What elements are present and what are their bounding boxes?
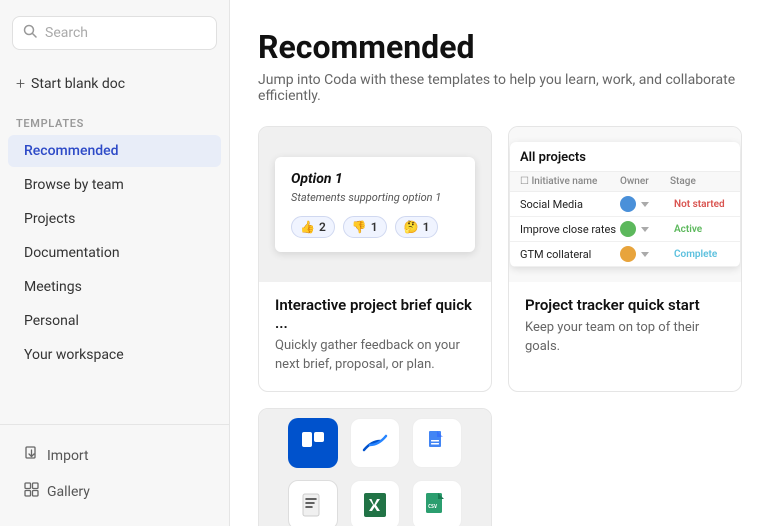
tracker-table: All projects ☐ Initiative name Owner Sta… bbox=[510, 142, 740, 267]
tracker-columns: ☐ Initiative name Owner Stage bbox=[510, 172, 740, 192]
row3-owner bbox=[620, 246, 670, 262]
start-blank-button[interactable]: + Start blank doc bbox=[0, 66, 229, 101]
sidebar-item-projects[interactable]: Projects bbox=[8, 203, 221, 235]
excel-icon bbox=[350, 480, 400, 526]
col-owner: Owner bbox=[620, 176, 670, 187]
integrations-icons: CSV bbox=[272, 409, 478, 526]
tracker-row-2: Improve close rates Active bbox=[510, 217, 740, 242]
sidebar-item-browse-by-team-label: Browse by team bbox=[24, 177, 124, 193]
cards-grid: Option 1 Statements supporting option 1 … bbox=[258, 126, 742, 526]
row2-name: Improve close rates bbox=[520, 223, 620, 236]
plus-icon: + bbox=[16, 74, 25, 93]
start-blank-label: Start blank doc bbox=[31, 76, 125, 92]
sidebar-item-meetings[interactable]: Meetings bbox=[8, 271, 221, 303]
card-desc-brief: Quickly gather feedback on your next bri… bbox=[275, 337, 475, 375]
trello-icon bbox=[288, 418, 338, 468]
row2-avatar bbox=[620, 221, 636, 237]
row1-chevron bbox=[641, 202, 649, 207]
row1-avatar bbox=[620, 196, 636, 212]
page-subtitle: Jump into Coda with these templates to h… bbox=[258, 72, 742, 104]
tracker-row-1: Social Media Not started bbox=[510, 192, 740, 217]
confluence-icon bbox=[350, 418, 400, 468]
sidebar-item-projects-label: Projects bbox=[24, 211, 75, 227]
sidebar-item-your-workspace-label: Your workspace bbox=[24, 347, 124, 363]
row3-avatar bbox=[620, 246, 636, 262]
thinking-count: 1 bbox=[423, 220, 430, 234]
row3-chevron bbox=[641, 252, 649, 257]
row3-stage: Complete bbox=[670, 248, 730, 261]
templates-section-label: TEMPLATES bbox=[0, 109, 229, 134]
card-preview-integrations: CSV bbox=[259, 409, 491, 526]
card-integrations[interactable]: CSV bbox=[258, 408, 492, 526]
sidebar-bottom: Import Gallery bbox=[0, 424, 229, 510]
card-body-tracker: Project tracker quick start Keep your te… bbox=[509, 282, 741, 373]
row1-stage: Not started bbox=[670, 198, 730, 211]
tracker-header: All projects bbox=[510, 142, 740, 172]
sidebar-item-personal-label: Personal bbox=[24, 313, 79, 329]
option1-title: Option 1 bbox=[291, 171, 459, 187]
sidebar-item-meetings-label: Meetings bbox=[24, 279, 82, 295]
page-title: Recommended bbox=[258, 28, 742, 66]
vote-thumbsup: 👍 2 bbox=[291, 216, 335, 238]
sidebar-item-your-workspace[interactable]: Your workspace bbox=[8, 339, 221, 371]
search-bar[interactable]: Search bbox=[12, 16, 217, 50]
search-placeholder: Search bbox=[45, 25, 88, 41]
card-project-tracker[interactable]: All projects ☐ Initiative name Owner Sta… bbox=[508, 126, 742, 392]
thumbsdown-emoji: 👎 bbox=[352, 220, 367, 234]
import-icon bbox=[24, 446, 39, 465]
card-title-brief: Interactive project brief quick ... bbox=[275, 296, 475, 332]
sidebar-item-browse-by-team[interactable]: Browse by team bbox=[8, 169, 221, 201]
import-label: Import bbox=[47, 448, 89, 464]
vote-thumbsdown: 👎 1 bbox=[343, 216, 387, 238]
card-desc-tracker: Keep your team on top of their goals. bbox=[525, 319, 725, 357]
thumbsdown-count: 1 bbox=[371, 220, 378, 234]
vote-row: 👍 2 👎 1 🤔 1 bbox=[291, 216, 459, 238]
tracker-row-3: GTM collateral Complete bbox=[510, 242, 740, 267]
thumbsup-emoji: 👍 bbox=[300, 220, 315, 234]
row2-owner bbox=[620, 221, 670, 237]
import-button[interactable]: Import bbox=[8, 438, 221, 473]
vote-thinking: 🤔 1 bbox=[395, 216, 439, 238]
csv-icon: CSV bbox=[412, 480, 462, 526]
card-interactive-brief[interactable]: Option 1 Statements supporting option 1 … bbox=[258, 126, 492, 392]
gallery-icon bbox=[24, 482, 39, 501]
row3-name: GTM collateral bbox=[520, 248, 620, 261]
sidebar-item-personal[interactable]: Personal bbox=[8, 305, 221, 337]
thumbsup-count: 2 bbox=[319, 220, 326, 234]
sidebar-item-recommended-label: Recommended bbox=[24, 143, 119, 159]
col-stage: Stage bbox=[670, 176, 730, 187]
sidebar: Search + Start blank doc TEMPLATES Recom… bbox=[0, 0, 230, 526]
row1-owner bbox=[620, 196, 670, 212]
card-preview-tracker: All projects ☐ Initiative name Owner Sta… bbox=[509, 127, 741, 282]
card-title-tracker: Project tracker quick start bbox=[525, 296, 725, 314]
row2-stage: Active bbox=[670, 223, 730, 236]
sidebar-item-recommended[interactable]: Recommended bbox=[8, 135, 221, 167]
sidebar-item-documentation[interactable]: Documentation bbox=[8, 237, 221, 269]
row2-chevron bbox=[641, 227, 649, 232]
card-body-brief: Interactive project brief quick ... Quic… bbox=[259, 282, 491, 391]
gallery-button[interactable]: Gallery bbox=[8, 474, 221, 509]
sidebar-item-documentation-label: Documentation bbox=[24, 245, 120, 261]
main-content: Recommended Jump into Coda with these te… bbox=[230, 0, 770, 526]
option1-doc: Option 1 Statements supporting option 1 … bbox=[275, 157, 475, 252]
card-preview-brief: Option 1 Statements supporting option 1 … bbox=[259, 127, 491, 282]
search-icon bbox=[23, 24, 37, 42]
row1-name: Social Media bbox=[520, 198, 620, 211]
svg-text:CSV: CSV bbox=[428, 504, 437, 510]
thinking-emoji: 🤔 bbox=[404, 220, 419, 234]
gallery-label: Gallery bbox=[47, 484, 90, 500]
option1-subtitle: Statements supporting option 1 bbox=[291, 191, 459, 204]
col-initiative: ☐ Initiative name bbox=[520, 176, 620, 187]
notion-icon bbox=[288, 480, 338, 526]
google-docs-icon bbox=[412, 418, 462, 468]
